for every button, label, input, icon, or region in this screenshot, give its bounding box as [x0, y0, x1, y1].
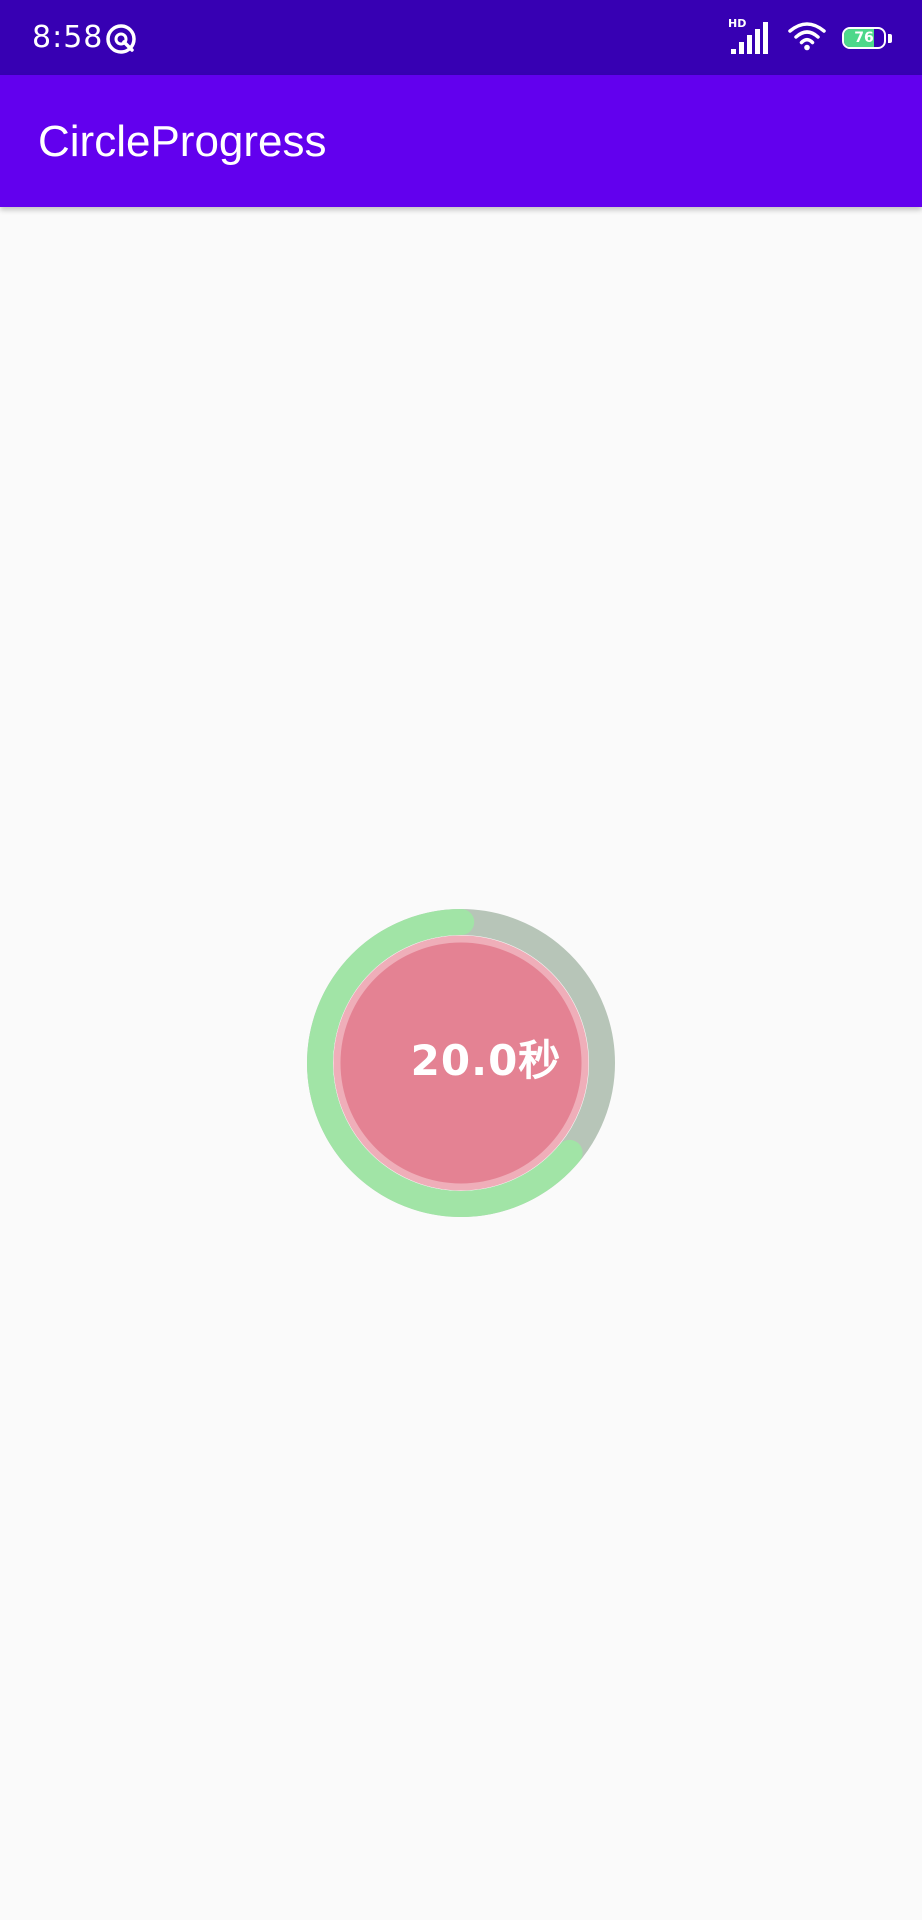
progress-value: 20.0秒: [410, 1036, 562, 1085]
battery-tip: [888, 33, 892, 43]
wifi-icon: [788, 21, 826, 55]
cellular-signal-icon: HD: [728, 18, 772, 56]
app-bar: CircleProgress: [0, 75, 922, 207]
status-right: HD 76: [728, 18, 892, 58]
app-title: CircleProgress: [38, 117, 327, 166]
vpn-key-icon: [104, 22, 138, 56]
circle-progress: 20.0秒: [306, 908, 616, 1218]
battery-icon: 76: [842, 27, 886, 49]
status-time: 8:58: [32, 20, 104, 55]
battery-level: 76: [854, 30, 874, 46]
status-bar: 8:58 HD 76: [0, 0, 922, 75]
